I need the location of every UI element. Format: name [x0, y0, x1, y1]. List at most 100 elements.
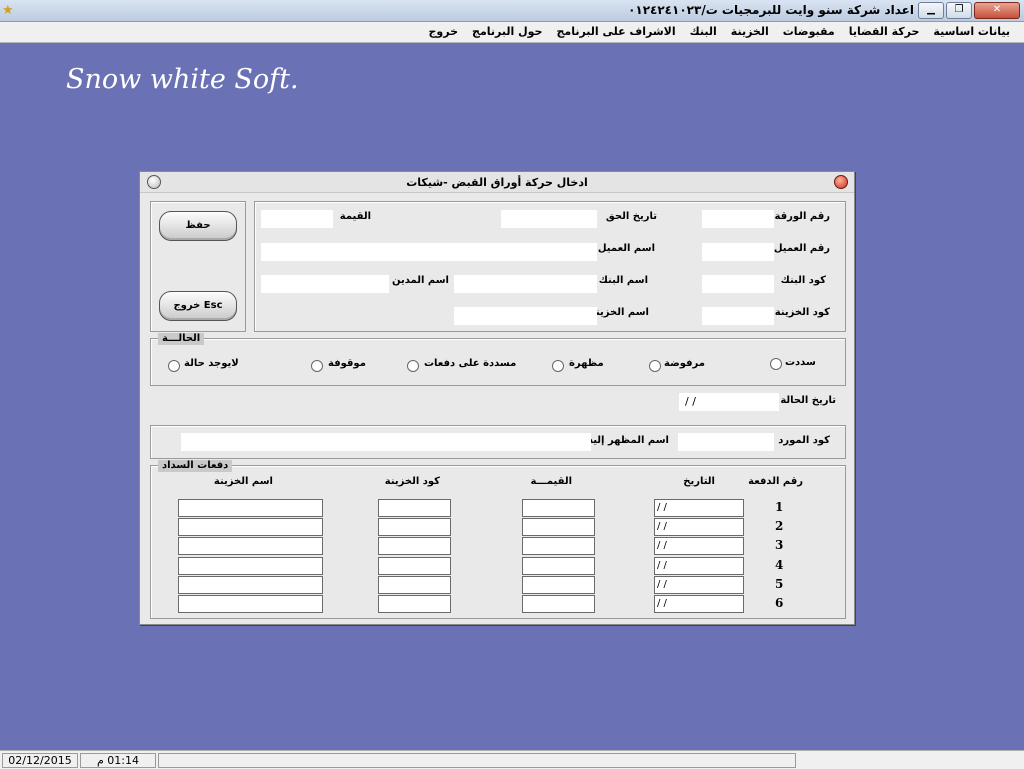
dialog-window: ادخال حركة أوراق القبض -شيكات حفظ خروج E… [139, 171, 855, 625]
status-radio-suspended[interactable] [311, 360, 323, 372]
payment-date-input[interactable]: / / [654, 557, 744, 575]
payment-treasury-name-input[interactable] [178, 557, 323, 575]
payment-row-number: 4 [775, 558, 784, 572]
status-option-label: مرفوضة [664, 358, 705, 369]
due-date-input[interactable] [501, 210, 597, 228]
payment-date-input[interactable]: / / [654, 518, 744, 536]
payment-date-input[interactable]: / / [654, 576, 744, 594]
payment-row-number: 2 [775, 519, 784, 533]
payment-treasury-name-input[interactable] [178, 499, 323, 517]
supplier-code-input[interactable] [678, 433, 774, 451]
payment-treasury-name-input[interactable] [178, 537, 323, 555]
status-date-label: تاريخ الحالة [780, 395, 836, 406]
payment-row-number: 1 [775, 500, 784, 514]
status-option-label: لايوجد حالة [184, 358, 239, 369]
payment-value-input[interactable] [522, 595, 595, 613]
app-icon: ★ [2, 3, 14, 18]
payment-row-number: 5 [775, 577, 784, 591]
close-icon: ✕ [992, 4, 1002, 15]
payment-value-input[interactable] [522, 557, 595, 575]
payments-group-title: دفعات السداد [158, 460, 233, 472]
buttons-panel: حفظ خروج Esc [150, 201, 246, 332]
debtor-name-label: اسم المدين [391, 275, 449, 286]
client-no-input[interactable] [702, 243, 774, 261]
menu-cases-movement[interactable]: حركة القضايا [849, 25, 920, 38]
payment-treasury-code-input[interactable] [378, 518, 451, 536]
value-label: القيمة [339, 211, 371, 222]
dialog-close-icon[interactable] [834, 175, 848, 189]
brand-text: Snow white Soft. [66, 64, 299, 95]
window-title: اعداد شركة سنو وايت للبرمجيات ت/٠١٢٤٢٤١٠… [628, 3, 914, 17]
menu-bar: بيانات اساسية حركة القضايا مقبوضات الخزي… [0, 22, 1024, 43]
payment-date-header: التاريخ [683, 476, 715, 487]
due-date-label: تاريخ الحق [605, 211, 657, 222]
payment-treasury-code-header: كود الخزينة [384, 476, 440, 487]
client-no-label: رقم العميل [773, 243, 830, 254]
menu-basic-data[interactable]: بيانات اساسية [933, 25, 1010, 38]
treasury-name-input[interactable] [454, 307, 597, 325]
payment-date-input[interactable]: / / [654, 595, 744, 613]
status-bar: 02/12/2015 01:14 م [0, 750, 1024, 769]
menu-receipts[interactable]: مقبوضات [783, 25, 835, 38]
status-radio-none[interactable] [168, 360, 180, 372]
payment-treasury-name-input[interactable] [178, 518, 323, 536]
value-input[interactable] [261, 210, 333, 228]
status-radio-installments[interactable] [407, 360, 419, 372]
payment-treasury-code-input[interactable] [378, 595, 451, 613]
menu-bank[interactable]: البنك [690, 25, 717, 38]
supplier-code-label: كود المورد [778, 435, 830, 446]
bank-code-label: كود البنك [780, 275, 826, 286]
menu-supervision[interactable]: الاشراف على البرنامج [556, 25, 675, 38]
bank-name-label: اسم البنك [598, 275, 648, 286]
title-bar: ★ اعداد شركة سنو وايت للبرمجيات ت/٠١٢٤٢٤… [0, 0, 1024, 22]
client-name-input[interactable] [261, 243, 597, 261]
treasury-name-label: اسم الخزينة [589, 307, 649, 318]
payment-date-input[interactable]: / / [654, 499, 744, 517]
payment-treasury-code-input[interactable] [378, 537, 451, 555]
status-date: 02/12/2015 [2, 753, 78, 768]
endorsee-name-label: اسم المظهر إليه [587, 435, 669, 446]
dialog-title-bar: ادخال حركة أوراق القبض -شيكات [140, 172, 854, 193]
payments-panel: دفعات السداد رقم الدفعة التاريخ القيمـــ… [150, 460, 846, 619]
minimize-button[interactable]: ▁ [918, 2, 944, 19]
maximize-button[interactable]: ❐ [946, 2, 972, 19]
status-date-input[interactable]: / / [679, 393, 779, 411]
payment-treasury-code-input[interactable] [378, 576, 451, 594]
treasury-code-label: كود الخزينة [774, 307, 830, 318]
menu-treasury[interactable]: الخزينة [731, 25, 769, 38]
payment-value-input[interactable] [522, 499, 595, 517]
menu-about[interactable]: حول البرنامج [472, 25, 542, 38]
payment-value-input[interactable] [522, 518, 595, 536]
client-name-label: اسم العميل [597, 243, 655, 254]
status-group: الحالـــة سددت مرفوضة مظهرة مسددة على دف… [150, 333, 846, 386]
endorsee-name-input[interactable] [181, 433, 591, 451]
paper-no-input[interactable] [702, 210, 774, 228]
minimize-icon: ▁ [927, 4, 935, 15]
status-radio-paid[interactable] [770, 358, 782, 370]
payment-treasury-name-input[interactable] [178, 595, 323, 613]
payment-value-input[interactable] [522, 576, 595, 594]
paper-no-label: رقم الورقة [774, 211, 830, 222]
payment-no-header: رقم الدفعة [748, 476, 803, 487]
exit-button[interactable]: خروج Esc [159, 291, 237, 321]
menu-exit[interactable]: خروج [428, 25, 458, 38]
bank-code-input[interactable] [702, 275, 774, 293]
payment-treasury-name-header: اسم الخزينة [213, 476, 273, 487]
status-time: 01:14 م [80, 753, 156, 768]
status-option-label: موقوفة [328, 358, 366, 369]
bank-name-input[interactable] [454, 275, 597, 293]
payment-row-number: 3 [775, 538, 784, 552]
status-radio-endorsed[interactable] [552, 360, 564, 372]
payment-treasury-code-input[interactable] [378, 499, 451, 517]
status-radio-rejected[interactable] [649, 360, 661, 372]
payment-treasury-name-input[interactable] [178, 576, 323, 594]
payment-value-input[interactable] [522, 537, 595, 555]
close-button[interactable]: ✕ [974, 2, 1020, 19]
main-fields-panel: رقم الورقة تاريخ الحق القيمة رقم العميل … [254, 201, 846, 332]
payment-date-input[interactable]: / / [654, 537, 744, 555]
treasury-code-input[interactable] [702, 307, 774, 325]
save-button[interactable]: حفظ [159, 211, 237, 241]
debtor-name-input[interactable] [261, 275, 389, 293]
supplier-panel: كود المورد اسم المظهر إليه [150, 425, 846, 459]
payment-treasury-code-input[interactable] [378, 557, 451, 575]
